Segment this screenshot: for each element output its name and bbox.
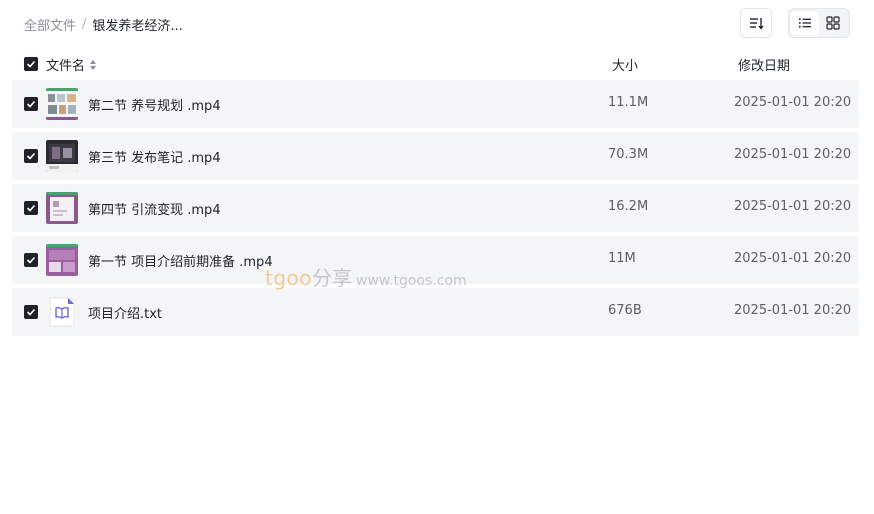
row-checkbox[interactable]	[24, 97, 38, 111]
video-thumbnail	[46, 244, 78, 276]
file-name: 第一节 项目介绍前期准备 .mp4	[88, 255, 273, 270]
sort-icon	[750, 18, 764, 30]
file-date: 2025-01-01 20:20	[734, 251, 852, 266]
file-row[interactable]: 第四节 引流变现 .mp4 16.2M 2025-01-01 20:20	[12, 184, 859, 232]
breadcrumb-current-folder: 银发养老经济...	[92, 18, 183, 34]
watermark-brand: tgoo	[265, 266, 313, 290]
file-date: 2025-01-01 20:20	[734, 147, 852, 162]
breadcrumb-root-link[interactable]: 全部文件	[24, 15, 76, 34]
sort-button[interactable]	[740, 8, 772, 38]
file-row[interactable]: 第三节 发布笔记 .mp4 70.3M 2025-01-01 20:20	[12, 132, 859, 180]
name-column-header[interactable]: 文件名	[46, 55, 97, 74]
row-checkbox[interactable]	[24, 305, 38, 319]
file-date: 2025-01-01 20:20	[734, 303, 852, 318]
checkmark-icon	[26, 204, 36, 212]
file-size: 11.1M	[608, 95, 649, 110]
file-name: 第四节 引流变现 .mp4	[88, 203, 221, 218]
breadcrumb: 全部文件 / 银发养老经济...	[24, 14, 183, 34]
file-row[interactable]: 第二节 养号规划 .mp4 11.1M 2025-01-01 20:20	[12, 80, 859, 128]
file-name: 项目介绍.txt	[88, 307, 163, 322]
file-size: 16.2M	[608, 199, 649, 214]
video-thumbnail	[46, 88, 78, 120]
text-file-icon	[49, 297, 75, 327]
checkmark-icon	[26, 256, 36, 264]
checkmark-icon	[26, 100, 36, 108]
file-name: 第三节 发布笔记 .mp4	[88, 151, 221, 166]
list-view-button[interactable]	[791, 11, 819, 35]
row-checkbox[interactable]	[24, 201, 38, 215]
file-date: 2025-01-01 20:20	[734, 95, 852, 110]
row-checkbox[interactable]	[24, 149, 38, 163]
date-column-header[interactable]: 修改日期	[738, 55, 790, 74]
checkmark-icon	[26, 152, 36, 160]
watermark-url: www.tgoos.com	[356, 273, 467, 289]
file-row[interactable]: 项目介绍.txt 676B 2025-01-01 20:20	[12, 288, 859, 336]
file-size: 11M	[608, 251, 636, 266]
file-name: 第二节 养号规划 .mp4	[88, 99, 221, 114]
select-all-checkbox[interactable]	[24, 57, 38, 71]
sort-arrows-icon[interactable]	[89, 59, 97, 71]
watermark: tgoo 分享 www.tgoos.com	[265, 262, 467, 291]
grid-view-icon	[826, 16, 840, 30]
file-size: 70.3M	[608, 147, 649, 162]
grid-view-button[interactable]	[819, 11, 847, 35]
list-view-icon	[799, 18, 811, 28]
video-thumbnail	[46, 140, 78, 172]
view-mode-switch	[788, 8, 850, 38]
name-column-label: 文件名	[46, 59, 86, 74]
watermark-cn: 分享	[312, 266, 353, 290]
table-header: 文件名 大小 修改日期	[0, 52, 874, 76]
file-size: 676B	[608, 303, 642, 318]
checkmark-icon	[26, 60, 36, 68]
breadcrumb-separator: /	[82, 16, 87, 32]
video-thumbnail	[46, 192, 78, 224]
checkmark-icon	[26, 308, 36, 316]
file-date: 2025-01-01 20:20	[734, 199, 852, 214]
row-checkbox[interactable]	[24, 253, 38, 267]
size-column-header[interactable]: 大小	[612, 55, 638, 74]
